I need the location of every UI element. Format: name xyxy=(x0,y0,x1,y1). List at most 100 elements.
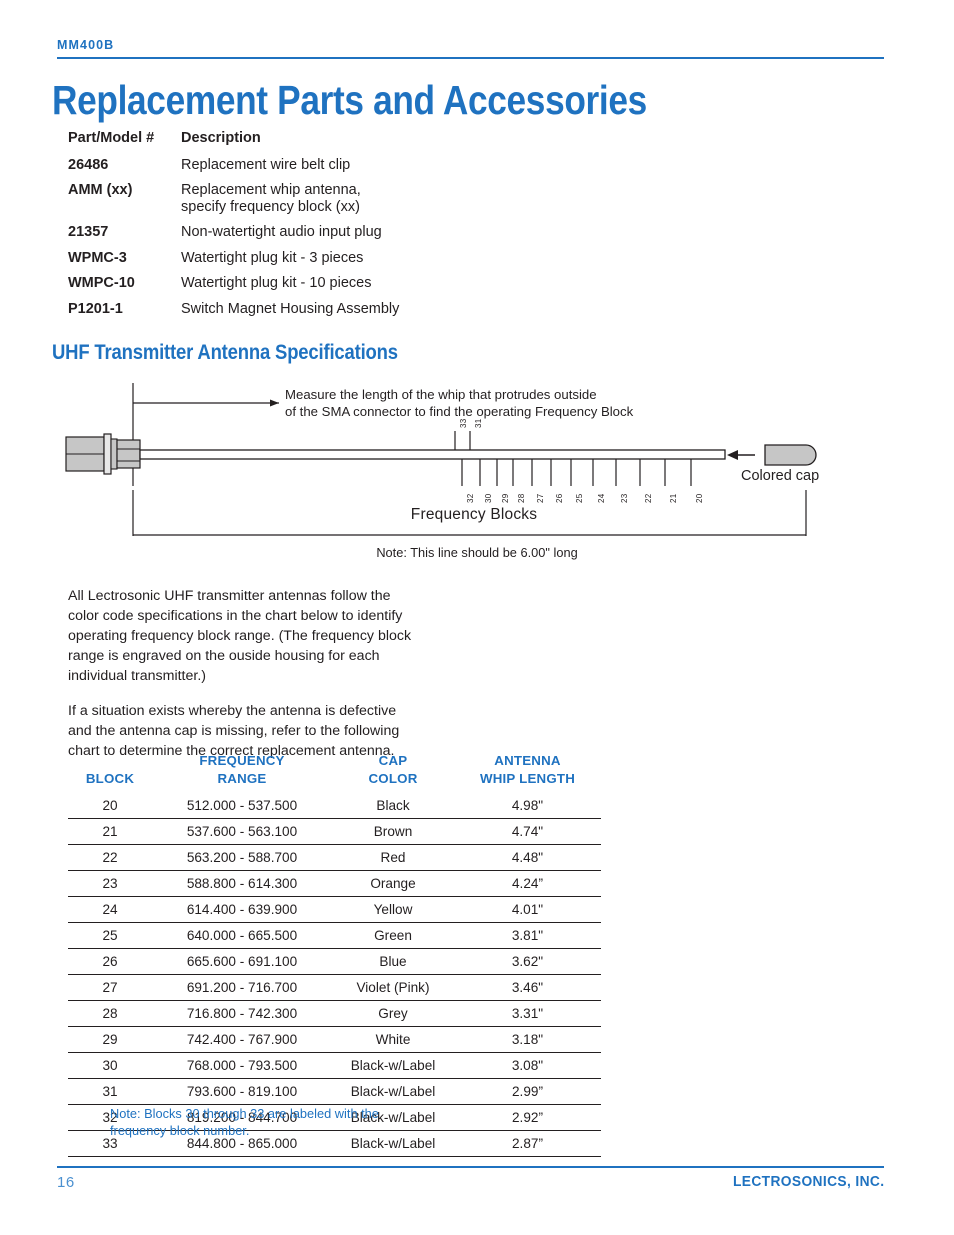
tick-label-32: 32 xyxy=(466,493,475,504)
footer-divider xyxy=(57,1166,884,1168)
table-row: 21 537.600 - 563.100 Brown 4.74" xyxy=(68,818,601,845)
part-description: Watertight plug kit - 10 pieces xyxy=(181,275,372,291)
section-title: UHF Transmitter Antenna Specifications xyxy=(52,341,398,364)
header-divider xyxy=(57,57,884,59)
cell-length: 3.18" xyxy=(454,1026,601,1053)
table-row: 26486 Replacement wire belt clip xyxy=(68,157,399,183)
part-number: AMM (xx) xyxy=(68,182,133,198)
cell-block: 29 xyxy=(68,1026,152,1053)
document-page: MM400B Replacement Parts and Accessories… xyxy=(0,0,954,1235)
column-header-whip-length: ANTENNA WHIP LENGTH xyxy=(479,753,576,786)
table-row: P1201-1 Switch Magnet Housing Assembly xyxy=(68,301,399,327)
tick-label-29: 29 xyxy=(501,493,510,504)
cell-range: 716.800 - 742.300 xyxy=(152,1000,332,1027)
cell-length: 3.08" xyxy=(454,1052,601,1079)
cell-range: 640.000 - 665.500 xyxy=(152,922,332,949)
cell-length: 2.87” xyxy=(454,1130,601,1157)
table-row: 24 614.400 - 639.900 Yellow 4.01" xyxy=(68,896,601,923)
part-number: 21357 xyxy=(68,224,109,240)
cell-color: Black xyxy=(332,793,454,819)
cell-length: 4.98" xyxy=(454,793,601,819)
cell-range: 614.400 - 639.900 xyxy=(152,896,332,923)
cell-block: 26 xyxy=(68,948,152,975)
cell-block: 27 xyxy=(68,974,152,1001)
page-number: 16 xyxy=(57,1174,75,1191)
tick-label-30: 30 xyxy=(484,493,493,504)
part-description: Watertight plug kit - 3 pieces xyxy=(181,249,364,266)
cell-range: 691.200 - 716.700 xyxy=(152,974,332,1001)
table-row: 31 793.600 - 819.100 Black-w/Label 2.99” xyxy=(68,1078,601,1105)
column-header-cap-color: CAP COLOR xyxy=(368,753,418,786)
tick-label-22: 22 xyxy=(644,493,653,504)
antenna-diagram: 33 31 32 30 29 28 27 26 25 24 23 22 21 2… xyxy=(0,378,954,573)
cell-range: 563.200 - 588.700 xyxy=(152,844,332,871)
tick-label-21: 21 xyxy=(669,493,678,504)
cell-block: 21 xyxy=(68,818,152,845)
tick-label-26: 26 xyxy=(555,493,564,504)
cell-range: 512.000 - 537.500 xyxy=(152,793,332,819)
cell-length: 4.74" xyxy=(454,818,601,845)
cell-color: Yellow xyxy=(332,896,454,923)
table-row: 26 665.600 - 691.100 Blue 3.62" xyxy=(68,948,601,975)
table-row: 23 588.800 - 614.300 Orange 4.24” xyxy=(68,870,601,897)
column-header-frequency-range: FREQUENCY RANGE xyxy=(199,753,285,786)
tick-label-25: 25 xyxy=(575,493,584,504)
cell-color: Black-w/Label xyxy=(332,1078,454,1105)
cell-range: 665.600 - 691.100 xyxy=(152,948,332,975)
cell-color: Green xyxy=(332,922,454,949)
callout-arrowhead xyxy=(270,399,279,407)
colored-cap-shape xyxy=(764,444,817,466)
measure-callout-text: Measure the length of the whip that prot… xyxy=(285,387,634,419)
parts-col-part-header: Part/Model # xyxy=(68,130,155,146)
connector-collar xyxy=(110,438,118,470)
table-row: 28 716.800 - 742.300 Grey 3.31" xyxy=(68,1000,601,1027)
cell-length: 2.92” xyxy=(454,1104,601,1131)
antenna-whip xyxy=(139,449,726,460)
page-title: Replacement Parts and Accessories xyxy=(52,77,647,123)
table-row: AMM (xx) Replacement whip antenna, speci… xyxy=(68,182,399,224)
cell-block: 31 xyxy=(68,1078,152,1105)
cell-block: 23 xyxy=(68,870,152,897)
cell-color: Brown xyxy=(332,818,454,845)
model-label: MM400B xyxy=(57,38,115,52)
cap-arrowhead xyxy=(727,450,738,460)
part-number: WPMC-3 xyxy=(68,249,127,266)
body-paragraph-1: All Lectrosonic UHF transmitter antennas… xyxy=(68,588,412,684)
table-row: 21357 Non-watertight audio input plug xyxy=(68,224,399,250)
cell-length: 4.48" xyxy=(454,844,601,871)
cell-range: 537.600 - 563.100 xyxy=(152,818,332,845)
cell-color: Red xyxy=(332,844,454,871)
tick-label-20: 20 xyxy=(695,493,704,504)
table-row: 30 768.000 - 793.500 Black-w/Label 3.08" xyxy=(68,1052,601,1079)
replacement-parts-table: Part/Model # Description 26486 Replaceme… xyxy=(68,130,399,326)
body-copy: All Lectrosonic UHF transmitter antennas… xyxy=(68,586,468,761)
colored-cap-label: Colored cap xyxy=(741,468,820,484)
cell-color: White xyxy=(332,1026,454,1053)
table-row: 25 640.000 - 665.500 Green 3.81" xyxy=(68,922,601,949)
part-number: 26486 xyxy=(68,156,109,173)
cell-block: 30 xyxy=(68,1052,152,1079)
cell-block: 22 xyxy=(68,844,152,871)
table-row: 22 563.200 - 588.700 Red 4.48" xyxy=(68,844,601,871)
parts-col-desc-header: Description xyxy=(181,130,261,146)
table-row: 20 512.000 - 537.500 Black 4.98" xyxy=(68,793,601,819)
cell-block: 20 xyxy=(68,793,152,819)
part-number: P1201-1 xyxy=(68,300,123,317)
cell-length: 3.62" xyxy=(454,948,601,975)
table-row: WPMC-3 Watertight plug kit - 3 pieces xyxy=(68,250,399,276)
cell-block: 24 xyxy=(68,896,152,923)
part-number: WMPC-10 xyxy=(68,275,135,291)
cell-length: 4.24” xyxy=(454,870,601,897)
cell-block: 28 xyxy=(68,1000,152,1027)
table-row: 29 742.400 - 767.900 White 3.18" xyxy=(68,1026,601,1053)
cell-length: 4.01" xyxy=(454,896,601,923)
connector-nut xyxy=(116,439,141,469)
cell-color: Blue xyxy=(332,948,454,975)
frequency-blocks-label: Frequency Blocks xyxy=(410,506,538,523)
cell-length: 3.46" xyxy=(454,974,601,1001)
table-row: 27 691.200 - 716.700 Violet (Pink) 3.46" xyxy=(68,974,601,1001)
cell-range: 588.800 - 614.300 xyxy=(152,870,332,897)
part-description: Replacement whip antenna, specify freque… xyxy=(181,182,361,215)
dimension-note: Note: This line should be 6.00" long xyxy=(376,545,578,560)
document-header: MM400B xyxy=(57,38,884,59)
